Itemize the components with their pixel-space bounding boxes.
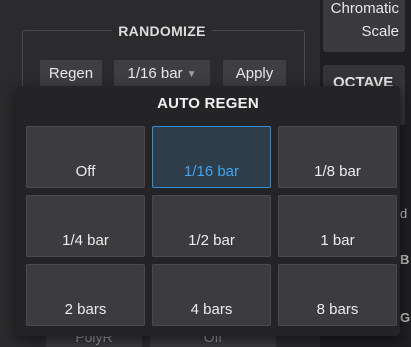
option-1-bar[interactable]: 1 bar — [278, 195, 397, 257]
regen-button[interactable]: Regen — [40, 60, 102, 87]
regen-rate-value: 1/16 bar — [127, 65, 183, 82]
option-1-4-bar[interactable]: 1/4 bar — [26, 195, 145, 257]
option-1-16-bar[interactable]: 1/16 bar — [152, 126, 271, 188]
option-1-2-bar[interactable]: 1/2 bar — [152, 195, 271, 257]
auto-regen-popup: AUTO REGEN Off 1/16 bar 1/8 bar 1/4 bar … — [16, 86, 400, 336]
apply-button[interactable]: Apply — [223, 60, 286, 87]
option-1-8-bar[interactable]: 1/8 bar — [278, 126, 397, 188]
regen-rate-dropdown[interactable]: 1/16 bar ▼ — [114, 60, 210, 87]
chevron-down-icon: ▼ — [186, 69, 197, 80]
popup-title: AUTO REGEN — [157, 95, 259, 112]
side-label-fragment: G — [400, 310, 411, 325]
scale-selector[interactable]: Chromatic Scale — [323, 0, 405, 52]
side-label-fragment: d — [400, 206, 408, 221]
scale-type-value: Chromatic — [330, 0, 399, 17]
option-4-bars[interactable]: 4 bars — [152, 264, 271, 326]
option-off[interactable]: Off — [26, 126, 145, 188]
option-8-bars[interactable]: 8 bars — [278, 264, 397, 326]
side-label-fragment: B — [400, 252, 410, 267]
option-2-bars[interactable]: 2 bars — [26, 264, 145, 326]
randomize-title: RANDOMIZE — [112, 22, 212, 40]
scale-label: Scale — [361, 23, 399, 40]
